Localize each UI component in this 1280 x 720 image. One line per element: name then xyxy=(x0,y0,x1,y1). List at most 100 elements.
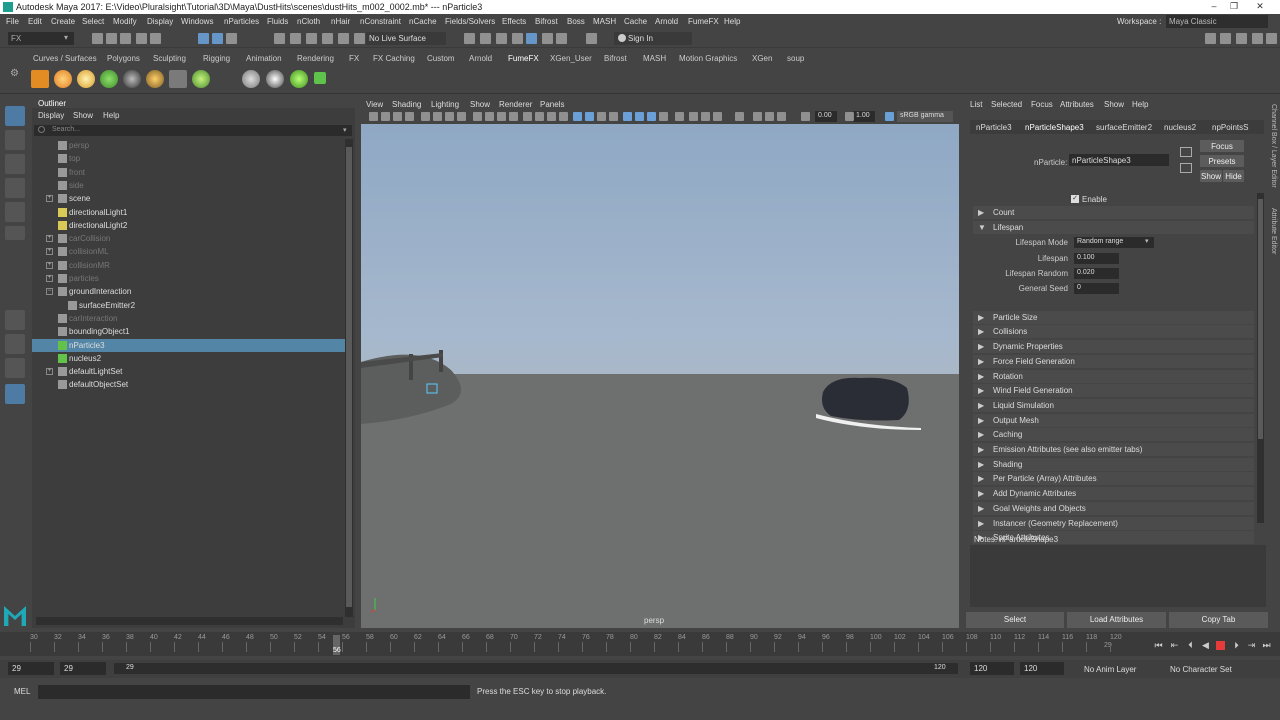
shelf-tab-animation[interactable]: Animation xyxy=(246,54,282,63)
gear-icon[interactable]: ⚙ xyxy=(10,68,19,79)
outliner-item[interactable]: defaultObjectSet xyxy=(32,378,345,391)
viewport-tool-icon[interactable] xyxy=(885,112,894,121)
anim-layer-select[interactable]: No Anim Layer xyxy=(1084,665,1136,674)
shelf-tab-soup[interactable]: soup xyxy=(787,54,804,63)
channel-box-tab[interactable]: Channel Box / Layer Editor xyxy=(1270,104,1277,188)
outliner-menu-show[interactable]: Show xyxy=(73,111,93,120)
outliner-item[interactable]: + collisionMR xyxy=(32,259,345,272)
viewport-tool-icon[interactable] xyxy=(659,112,668,121)
hide-button[interactable]: Hide xyxy=(1223,170,1244,182)
viewport-tool-icon[interactable] xyxy=(405,112,414,121)
select-object-icon[interactable] xyxy=(212,33,223,44)
select-tool-icon[interactable] xyxy=(5,106,25,126)
viewport-tool-icon[interactable] xyxy=(369,112,378,121)
shelf-tab-xgen[interactable]: XGen xyxy=(752,54,772,63)
outliner-item[interactable]: surfaceEmitter2 xyxy=(32,299,345,312)
shelf-tab-curves-surfaces[interactable]: Curves / Surfaces xyxy=(33,54,97,63)
ae-tab-surfaceemitter2[interactable]: surfaceEmitter2 xyxy=(1096,123,1152,132)
viewport-tool-icon[interactable] xyxy=(845,112,854,121)
ae-menu-focus[interactable]: Focus xyxy=(1031,100,1053,109)
expand-toggle-icon[interactable]: + xyxy=(46,261,53,269)
expand-toggle-icon[interactable]: + xyxy=(46,248,53,256)
viewport-tool-icon[interactable] xyxy=(623,112,632,121)
nucleus-icon[interactable] xyxy=(266,70,284,88)
ae-section-instancer-geometry-replacement[interactable]: ▶ Instancer (Geometry Replacement) xyxy=(973,516,1254,530)
viewport-tool-icon[interactable] xyxy=(609,112,618,121)
outliner-horizontal-scrollbar[interactable] xyxy=(36,617,343,625)
viewport-tool-icon[interactable] xyxy=(753,112,762,121)
menu-help[interactable]: Help xyxy=(724,17,740,26)
ae-section-lifespan[interactable]: ▼ Lifespan xyxy=(973,220,1254,234)
ae-section-rotation[interactable]: ▶ Rotation xyxy=(973,369,1254,383)
ae-section-liquid-simulation[interactable]: ▶ Liquid Simulation xyxy=(973,398,1254,412)
menu-nparticles[interactable]: nParticles xyxy=(224,17,259,26)
nparticle-icon[interactable] xyxy=(54,70,72,88)
ae-menu-list[interactable]: List xyxy=(970,100,982,109)
outliner-item[interactable]: + scene xyxy=(32,192,345,205)
ae-tab-nparticle3[interactable]: nParticle3 xyxy=(976,123,1012,132)
outliner-item[interactable]: + defaultLightSet xyxy=(32,365,345,378)
render-settings-icon[interactable] xyxy=(512,33,523,44)
scroll-thumb[interactable] xyxy=(1258,199,1263,439)
select-node-icon[interactable] xyxy=(1180,147,1192,157)
layout-single-icon[interactable] xyxy=(1220,33,1231,44)
outliner-item[interactable]: nucleus2 xyxy=(32,352,345,365)
viewport-menu-view[interactable]: View xyxy=(366,100,383,109)
viewport-tool-icon[interactable] xyxy=(713,112,722,121)
open-scene-icon[interactable] xyxy=(106,33,117,44)
time-slider[interactable]: 56 29 30 32 34 36 38 40 42 44 46 48 50 52 54 56 58 60 62… xyxy=(0,632,1280,656)
outliner-item[interactable]: top xyxy=(32,152,345,165)
snap-live-icon[interactable] xyxy=(354,33,365,44)
viewport-tool-icon[interactable] xyxy=(801,112,810,121)
redo-icon[interactable] xyxy=(150,33,161,44)
shelf-tab-rendering[interactable]: Rendering xyxy=(297,54,334,63)
hair-icon[interactable] xyxy=(192,70,210,88)
menu-bifrost[interactable]: Bifrost xyxy=(535,17,558,26)
shelf-tab-arnold[interactable]: Arnold xyxy=(469,54,492,63)
outliner-item[interactable]: − groundInteraction xyxy=(32,285,345,298)
viewport-tool-icon[interactable] xyxy=(559,112,568,121)
save-scene-icon[interactable] xyxy=(120,33,131,44)
toggle-node-icon[interactable] xyxy=(1180,163,1192,173)
shelf-tab-motion-graphics[interactable]: Motion Graphics xyxy=(679,54,737,63)
attribute-editor-tab[interactable]: Attribute Editor xyxy=(1270,208,1277,254)
shelf-tab-rigging[interactable]: Rigging xyxy=(203,54,230,63)
expand-toggle-icon[interactable]: + xyxy=(46,235,53,243)
viewport-tool-icon[interactable] xyxy=(647,112,656,121)
ae-section-caching[interactable]: ▶ Caching xyxy=(973,428,1254,442)
menu-select[interactable]: Select xyxy=(82,17,104,26)
viewport-tool-icon[interactable] xyxy=(689,112,698,121)
particle-tool-icon[interactable] xyxy=(290,70,308,88)
lasso-tool-icon[interactable] xyxy=(5,130,25,150)
viewport-tool-icon[interactable] xyxy=(701,112,710,121)
viewport-tool-icon[interactable] xyxy=(433,112,442,121)
snap-grid-icon[interactable] xyxy=(274,33,285,44)
menu-nhair[interactable]: nHair xyxy=(331,17,350,26)
play-backward-icon[interactable]: ◀ xyxy=(1201,641,1210,650)
ae-menu-show[interactable]: Show xyxy=(1104,100,1124,109)
menu-create[interactable]: Create xyxy=(51,17,75,26)
outliner-layout-icon[interactable] xyxy=(5,384,25,404)
ae-tab-nucleus2[interactable]: nucleus2 xyxy=(1164,123,1196,132)
outliner-item[interactable]: persp xyxy=(32,139,345,152)
menu-display[interactable]: Display xyxy=(147,17,173,26)
snap-surface-icon[interactable] xyxy=(338,33,349,44)
character-set-select[interactable]: No Character Set xyxy=(1170,665,1232,674)
pause-icon[interactable] xyxy=(556,33,567,44)
ae-section-emission-attributes-see-also-emitter-tabs[interactable]: ▶ Emission Attributes (see also emitter t… xyxy=(973,443,1254,456)
shelf-tab-fx-caching[interactable]: FX Caching xyxy=(373,54,415,63)
workspace-select[interactable]: Maya Classic xyxy=(1166,15,1268,28)
viewport-tool-icon[interactable] xyxy=(457,112,466,121)
step-forward-frame-icon[interactable]: ⏵ xyxy=(1232,641,1241,650)
viewport-tool-icon[interactable] xyxy=(509,112,518,121)
viewport-tool-icon[interactable] xyxy=(675,112,684,121)
instancer-icon[interactable] xyxy=(314,72,326,84)
step-back-frame-icon[interactable]: ⏴ xyxy=(1186,641,1195,650)
menu-ncache[interactable]: nCache xyxy=(409,17,437,26)
viewport-tool-icon[interactable] xyxy=(473,112,482,121)
snap-curve-icon[interactable] xyxy=(290,33,301,44)
ae-section-collisions[interactable]: ▶ Collisions xyxy=(973,325,1254,339)
viewport-menu-shading[interactable]: Shading xyxy=(392,100,421,109)
outliner-item[interactable]: carInteraction xyxy=(32,312,345,325)
ae-section-particle-size[interactable]: ▶ Particle Size xyxy=(973,310,1254,324)
